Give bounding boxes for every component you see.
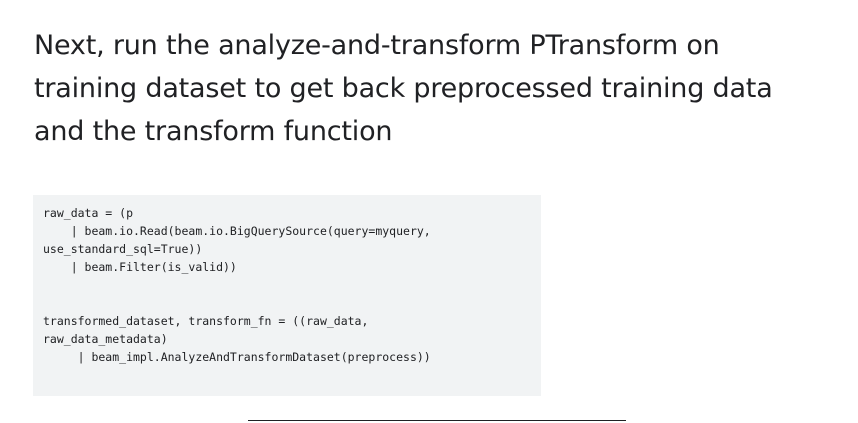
code-line: | beam.Filter(is_valid)) — [43, 260, 237, 274]
slide: Next, run the analyze-and-transform PTra… — [0, 0, 858, 423]
code-line: use_standard_sql=True)) — [43, 242, 203, 256]
code-line: raw_data_metadata) — [43, 332, 168, 346]
code-snippet: raw_data = (p | beam.io.Read(beam.io.Big… — [33, 195, 541, 396]
code-line: | beam.io.Read(beam.io.BigQuerySource(qu… — [43, 224, 431, 238]
code-line: transformed_dataset, transform_fn = ((ra… — [43, 314, 369, 328]
heading-line-2: training dataset to get back preprocesse… — [34, 73, 773, 104]
footer-divider — [248, 420, 626, 421]
code-line: raw_data = (p — [43, 206, 134, 220]
code-blank-lines — [43, 276, 541, 312]
slide-heading: Next, run the analyze-and-transform PTra… — [34, 24, 834, 153]
heading-line-1: Next, run the analyze-and-transform PTra… — [34, 30, 720, 61]
heading-line-3: and the transform function — [34, 116, 393, 147]
code-line: | beam_impl.AnalyzeAndTransformDataset(p… — [43, 350, 431, 364]
